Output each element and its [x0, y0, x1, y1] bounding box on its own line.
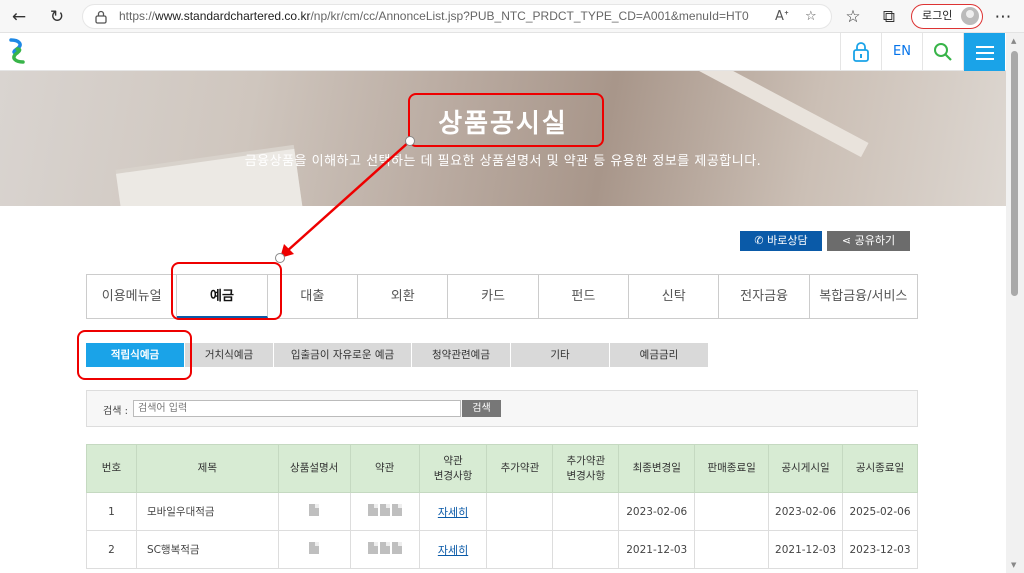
- document-icon[interactable]: [309, 542, 320, 554]
- favorites-icon[interactable]: ☆: [842, 6, 864, 28]
- table-row: 1 모바일우대적금 자세히 2023-02-06 2023-02-06 2025…: [86, 492, 918, 531]
- site-header: EN: [0, 33, 1006, 71]
- address-bar[interactable]: https://www.standardchartered.co.kr/np/k…: [82, 4, 832, 29]
- col-header-additional-terms-changes: 추가약관 변경사항: [552, 444, 620, 493]
- details-link[interactable]: 자세히: [438, 506, 468, 519]
- table-header-row: 번호 제목 상품설명서 약관 약관 변경사항 추가약관 추가약관 변경사항 최종…: [86, 444, 918, 493]
- product-disclosure-table: 번호 제목 상품설명서 약관 약관 변경사항 추가약관 추가약관 변경사항 최종…: [86, 444, 918, 569]
- cell-product-description: [277, 530, 351, 569]
- col-header-terms: 약관: [349, 444, 420, 493]
- table-row: 2 SC행복적금 자세히 2021-12-03 2021-12-03 2023-…: [86, 530, 918, 569]
- lock-icon: [95, 10, 107, 24]
- tab-fund[interactable]: 펀드: [539, 275, 630, 318]
- document-icon[interactable]: [309, 504, 320, 516]
- subtab-housing-subscription[interactable]: 청약관련예금: [412, 343, 510, 367]
- tab-manual[interactable]: 이용메뉴얼: [87, 275, 178, 318]
- cell-last-modified: 2021-12-03: [618, 530, 696, 569]
- tab-trust[interactable]: 신탁: [629, 275, 720, 318]
- col-header-last-modified: 최종변경일: [618, 444, 696, 493]
- reload-icon[interactable]: ↻: [46, 6, 68, 28]
- url-text: https://www.standardchartered.co.kr/np/k…: [119, 9, 749, 23]
- search-icon[interactable]: [922, 33, 963, 71]
- cell-no: 1: [86, 492, 137, 531]
- document-icon[interactable]: [391, 542, 402, 554]
- cell-sale-end: [694, 492, 770, 531]
- cell-additional-terms-changes: [552, 492, 620, 531]
- scroll-down-icon[interactable]: ▼: [1011, 561, 1016, 569]
- share-button[interactable]: ⋖ 공유하기: [827, 231, 910, 251]
- hamburger-menu-icon[interactable]: [963, 33, 1005, 71]
- read-aloud-icon[interactable]: Aᐩ: [775, 9, 789, 24]
- cell-additional-terms-changes: [552, 530, 620, 569]
- col-header-sale-end: 판매종료일: [694, 444, 770, 493]
- tab-e-banking[interactable]: 전자금융: [719, 275, 810, 318]
- cell-terms-changes: 자세히: [418, 530, 488, 569]
- search-input[interactable]: [133, 400, 461, 417]
- cell-terms-changes: 자세히: [418, 492, 488, 531]
- page-subtitle: 금융상품을 이해하고 선택하는 데 필요한 상품설명서 및 약관 등 유용한 정…: [244, 154, 762, 169]
- subtab-other[interactable]: 기타: [511, 343, 609, 367]
- annotation-box-deposit-tab: [171, 262, 282, 320]
- phone-icon: ✆: [754, 234, 768, 247]
- subtab-demand-deposit[interactable]: 입출금이 자유로운 예금: [274, 343, 411, 367]
- annotation-box-title: [408, 93, 604, 147]
- cell-additional-terms: [486, 492, 554, 531]
- consult-button[interactable]: ✆ 바로상담: [740, 231, 822, 251]
- scroll-up-icon[interactable]: ▲: [1011, 37, 1016, 45]
- back-icon[interactable]: ←: [8, 6, 30, 28]
- search-button[interactable]: 검색: [462, 400, 501, 417]
- lock-login-icon[interactable]: [840, 33, 881, 71]
- login-label: 로그인: [922, 9, 953, 22]
- language-button[interactable]: EN: [881, 33, 922, 71]
- scrollbar-thumb[interactable]: [1011, 51, 1018, 296]
- col-header-posted-date: 공시게시일: [768, 444, 844, 493]
- cell-posted-date: 2021-12-03: [768, 530, 844, 569]
- cell-title[interactable]: 모바일우대적금: [135, 492, 279, 531]
- cell-posted-date: 2023-02-06: [768, 492, 844, 531]
- cell-terms: [349, 492, 420, 531]
- col-header-title: 제목: [135, 444, 279, 493]
- collections-icon[interactable]: ⧉: [878, 6, 900, 28]
- tab-complex-services[interactable]: 복합금융/서비스: [810, 275, 917, 318]
- more-icon[interactable]: ⋯: [992, 6, 1014, 28]
- annotation-box-subtab: [77, 330, 192, 380]
- cell-additional-terms: [486, 530, 554, 569]
- col-header-no: 번호: [86, 444, 137, 493]
- cell-product-description: [277, 492, 351, 531]
- login-button[interactable]: 로그인: [911, 4, 983, 29]
- avatar-icon: [961, 7, 979, 25]
- consult-label: 바로상담: [767, 234, 808, 247]
- document-icon[interactable]: [367, 542, 378, 554]
- share-label: 공유하기: [854, 234, 896, 247]
- subtab-deposit-rates[interactable]: 예금금리: [610, 343, 708, 367]
- favorite-add-icon[interactable]: ☆: [805, 9, 817, 24]
- details-link[interactable]: 자세히: [438, 544, 468, 557]
- document-icon[interactable]: [391, 504, 402, 516]
- tab-card[interactable]: 카드: [448, 275, 539, 318]
- search-label: 검색 :: [103, 406, 128, 417]
- browser-toolbar: ← ↻ https://www.standardchartered.co.kr/…: [0, 0, 1024, 33]
- cell-post-end: 2023-12-03: [842, 530, 918, 569]
- tab-foreign-exchange[interactable]: 외환: [358, 275, 449, 318]
- col-header-post-end: 공시종료일: [842, 444, 918, 493]
- cell-no: 2: [86, 530, 137, 569]
- col-header-additional-terms: 추가약관: [486, 444, 554, 493]
- document-icon[interactable]: [367, 504, 378, 516]
- search-panel: 검색 : 검색: [86, 390, 918, 427]
- cell-last-modified: 2023-02-06: [618, 492, 696, 531]
- cell-terms: [349, 530, 420, 569]
- standard-chartered-logo-icon[interactable]: [8, 38, 26, 64]
- col-header-terms-changes: 약관 변경사항: [418, 444, 488, 493]
- cell-sale-end: [694, 530, 770, 569]
- page-scrollbar[interactable]: ▲ ▼: [1006, 33, 1024, 573]
- cell-post-end: 2025-02-06: [842, 492, 918, 531]
- document-icon[interactable]: [379, 504, 390, 516]
- share-icon: ⋖: [841, 234, 855, 247]
- document-icon[interactable]: [379, 542, 390, 554]
- col-header-product-description: 상품설명서: [277, 444, 351, 493]
- cell-title[interactable]: SC행복적금: [135, 530, 279, 569]
- subtab-fixed-deposit[interactable]: 거치식예금: [185, 343, 273, 367]
